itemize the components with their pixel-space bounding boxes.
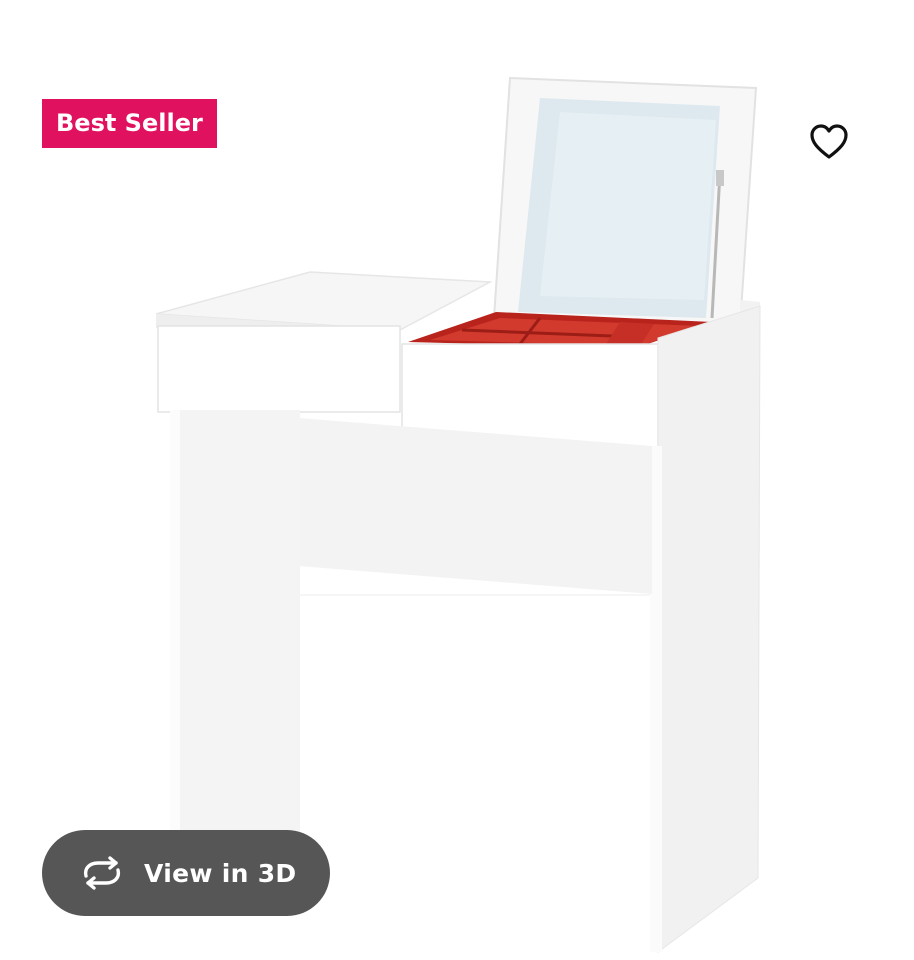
view-in-3d-button[interactable]: View in 3D bbox=[42, 830, 330, 916]
heart-outline-icon bbox=[810, 124, 848, 159]
cropped-title-text bbox=[280, 0, 620, 6]
left-leg bbox=[170, 410, 300, 832]
best-seller-badge: Best Seller bbox=[42, 99, 217, 148]
rotate-arrows-icon bbox=[83, 856, 121, 890]
view-in-3d-label: View in 3D bbox=[144, 858, 297, 888]
mirror-lid bbox=[492, 76, 758, 328]
right-side-panel bbox=[650, 305, 761, 953]
favorite-button[interactable] bbox=[808, 122, 850, 162]
